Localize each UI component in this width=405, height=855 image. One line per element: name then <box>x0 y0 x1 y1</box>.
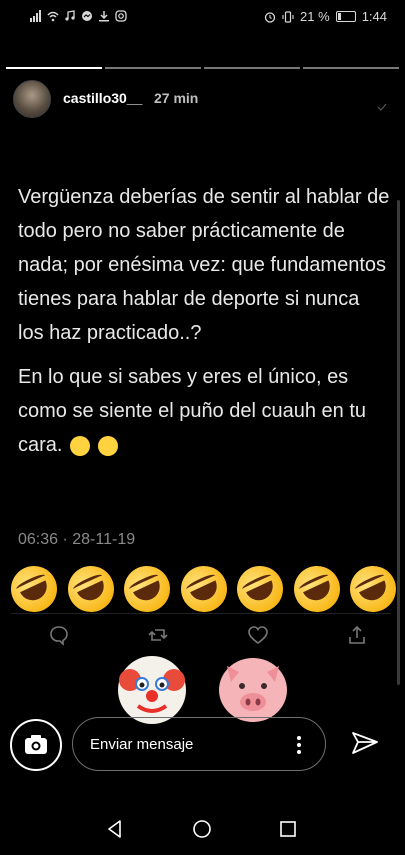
tweet-date: 06:36 · 28-11-19 <box>18 531 136 548</box>
story-time: 27 min <box>154 90 199 106</box>
like-icon[interactable] <box>247 624 269 646</box>
rofl-emoji-icon <box>172 558 235 620</box>
tweet-paragraph: En lo que si sabes y eres el único, es c… <box>18 366 367 456</box>
rofl-emoji-row <box>3 558 404 620</box>
story-segment <box>303 67 399 69</box>
rofl-emoji-icon <box>342 558 404 620</box>
check-icon <box>377 103 387 111</box>
clown-face-icon[interactable] <box>118 656 186 724</box>
tweet-paragraph: Vergüenza deberías de sentir al hablar d… <box>18 186 390 344</box>
pig-face-icon[interactable] <box>219 658 287 722</box>
username[interactable]: castillo30__ <box>63 90 142 106</box>
more-options-icon[interactable] <box>297 735 301 755</box>
wifi-icon <box>47 11 59 22</box>
signal-icon <box>30 10 41 22</box>
clock: 1:44 <box>361 9 387 24</box>
music-icon <box>65 10 75 21</box>
send-icon[interactable] <box>350 728 380 758</box>
message-placeholder: Enviar mensaje <box>90 736 194 753</box>
battery-percent: 21 % <box>300 9 330 24</box>
reaction-stickers <box>0 656 405 726</box>
reply-icon[interactable] <box>48 624 70 646</box>
back-icon[interactable] <box>104 818 126 840</box>
story-progress-bar <box>6 67 399 69</box>
camera-icon <box>25 735 47 754</box>
rofl-emoji-icon <box>116 558 178 620</box>
story-segment <box>105 67 201 69</box>
tweet-actions <box>48 624 368 646</box>
status-bar: 21 % 1:44 <box>0 0 405 34</box>
status-left-icons <box>30 10 127 22</box>
retweet-icon[interactable] <box>147 624 169 646</box>
avatar[interactable] <box>13 80 51 118</box>
story-segment <box>204 67 300 69</box>
rofl-emoji-icon <box>59 558 122 620</box>
message-bar: Enviar mensaje <box>0 717 405 773</box>
laughing-emoji-icon <box>97 435 118 456</box>
message-input[interactable]: Enviar mensaje <box>72 717 326 771</box>
recents-icon[interactable] <box>277 818 299 840</box>
download-icon <box>99 11 109 22</box>
share-icon[interactable] <box>346 624 368 646</box>
home-icon[interactable] <box>191 818 213 840</box>
story-header: castillo30__ 27 min <box>13 80 393 120</box>
story-segment <box>6 67 102 69</box>
divider <box>11 613 391 614</box>
rofl-emoji-icon <box>229 558 291 620</box>
messenger-icon <box>82 11 92 21</box>
rofl-emoji-icon <box>285 558 348 620</box>
scrollbar[interactable] <box>397 200 400 685</box>
camera-button[interactable] <box>10 719 62 771</box>
instagram-icon <box>115 10 127 22</box>
battery-icon <box>335 11 356 22</box>
status-right: 21 % 1:44 <box>264 9 387 24</box>
tweet-text: Vergüenza deberías de sentir al hablar d… <box>18 180 390 472</box>
alarm-icon <box>264 11 276 23</box>
android-nav-bar <box>0 805 405 855</box>
rofl-emoji-icon <box>3 558 65 620</box>
vibrate-icon <box>282 10 294 23</box>
laughing-emoji-icon <box>70 435 91 456</box>
